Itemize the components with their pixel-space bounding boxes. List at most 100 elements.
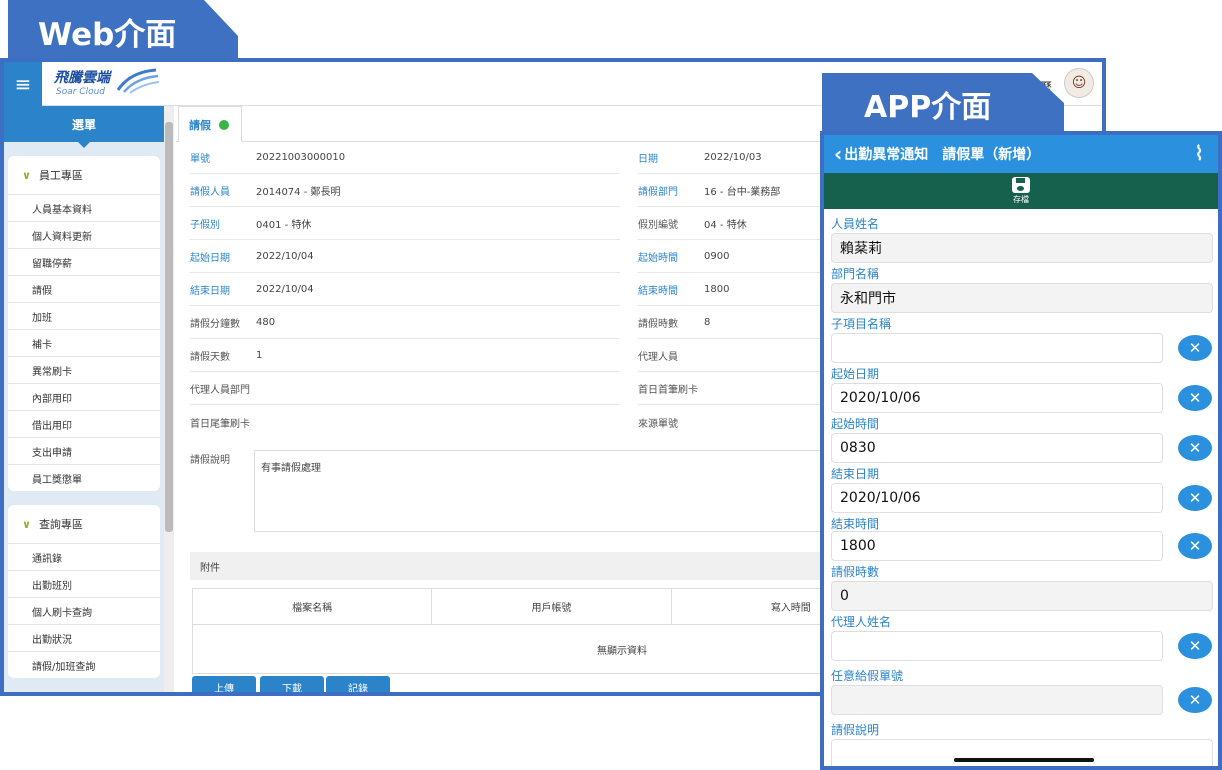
tab-label: 請假	[189, 118, 211, 132]
sidebar-item[interactable]: 出勤狀況	[8, 624, 160, 651]
app-window: ‹ 出勤異常通知 請假單（新增） ⌇ 存檔 人員姓名 賴棻莉 部門名稱 永和門市…	[820, 131, 1222, 770]
column-header[interactable]: 檔案名稱	[193, 589, 433, 624]
field-label: 日期	[638, 154, 658, 165]
form-row: 代理人員部門	[190, 373, 620, 405]
field-value: 1	[256, 350, 263, 361]
sidebar-item[interactable]: 員工獎懲單	[8, 464, 160, 491]
home-indicator	[954, 758, 1094, 762]
field-value: 20221003000010	[256, 152, 346, 163]
sidebar-item[interactable]: 請假	[8, 275, 160, 302]
field-label: 起始日期	[190, 253, 230, 264]
sidebar-group-header[interactable]: ∨ 查詢專區	[8, 505, 160, 543]
start-date-field[interactable]: 2020/10/06	[831, 383, 1163, 413]
sidebar-item[interactable]: 支出申請	[8, 437, 160, 464]
clear-icon[interactable]: ✕	[1178, 335, 1212, 361]
logo-wave-icon	[116, 68, 160, 94]
form-row: 子假別 0401 - 特休	[190, 208, 620, 240]
field-label: 人員姓名	[831, 217, 880, 231]
attachment-table: 檔案名稱 用戶帳號 寫入時間 無顯示資料	[192, 588, 912, 674]
sub-item-field[interactable]	[831, 333, 1163, 363]
back-label[interactable]: 出勤異常通知	[844, 144, 928, 164]
field-value: 8	[704, 317, 711, 328]
field-value: 0401 - 特休	[256, 220, 312, 231]
field-value: 0900	[704, 251, 730, 262]
start-time-field[interactable]: 0830	[831, 433, 1163, 463]
sidebar-item[interactable]: 通訊錄	[8, 543, 160, 570]
clear-icon[interactable]: ✕	[1178, 485, 1212, 511]
field-value: 16 - 台中-業務部	[704, 187, 781, 198]
field-label: 子假別	[190, 220, 220, 231]
sidebar-item[interactable]: 內部用印	[8, 383, 160, 410]
sidebar-item[interactable]: 加班	[8, 302, 160, 329]
clear-icon[interactable]: ✕	[1178, 435, 1212, 461]
end-time-field[interactable]: 1800	[831, 531, 1163, 561]
sidebar-item[interactable]: 個人刷卡查詢	[8, 597, 160, 624]
form-row: 起始日期 2022/10/04	[190, 241, 620, 273]
field-value: 2022/10/04	[256, 284, 314, 295]
field-value: 2022/10/03	[704, 152, 762, 163]
field-label: 部門名稱	[831, 267, 880, 281]
column-header[interactable]: 用戶帳號	[432, 589, 672, 624]
sidebar-item[interactable]: 補卡	[8, 329, 160, 356]
end-date-field[interactable]: 2020/10/06	[831, 483, 1163, 513]
sidebar-group-employee: ∨ 員工專區 人員基本資料 個人資料更新 留職停薪 請假 加班 補卡 異常刷卡 內…	[8, 156, 160, 491]
sidebar-item[interactable]: 個人資料更新	[8, 221, 160, 248]
clear-icon[interactable]: ✕	[1178, 533, 1212, 559]
employee-name-field: 賴棻莉	[831, 233, 1213, 263]
department-field: 永和門市	[831, 283, 1213, 313]
back-chevron-icon[interactable]: ‹	[834, 142, 842, 166]
field-label: 首日尾筆刷卡	[190, 418, 250, 430]
field-value: 2014074 - 鄭長明	[256, 187, 341, 198]
form-row: 結束日期 2022/10/04	[190, 274, 620, 306]
field-label: 結束時間	[638, 286, 678, 297]
field-label: 結束時間	[831, 517, 880, 531]
field-label: 請假時數	[638, 319, 678, 330]
field-label: 假別編號	[638, 220, 678, 231]
hamburger-menu-icon[interactable]: ≡	[4, 62, 42, 106]
leave-description-field[interactable]	[831, 739, 1213, 766]
clear-icon[interactable]: ✕	[1178, 385, 1212, 411]
sidebar-item[interactable]: 出勤班別	[8, 570, 160, 597]
field-label: 結束日期	[831, 467, 880, 481]
field-label: 代理人員	[638, 352, 678, 363]
save-button[interactable]: 存檔	[824, 173, 1218, 209]
field-label: 請假人員	[190, 187, 230, 198]
scrollbar-thumb[interactable]	[165, 122, 173, 532]
paperclip-icon[interactable]: ⌇	[1194, 141, 1204, 165]
record-button[interactable]: 記錄	[326, 676, 390, 692]
field-label: 請假時數	[831, 565, 880, 579]
sidebar-item[interactable]: 借出用印	[8, 410, 160, 437]
agent-name-field[interactable]	[831, 631, 1163, 661]
group-title: 查詢專區	[38, 518, 83, 531]
leave-number-field[interactable]	[831, 685, 1163, 715]
field-label: 任意給假單號	[831, 669, 904, 683]
sidebar-item[interactable]: 異常刷卡	[8, 356, 160, 383]
chevron-down-icon: ∨	[22, 517, 31, 531]
field-value: 480	[256, 317, 276, 328]
logo: 飛騰雲端 Soar Cloud	[54, 67, 110, 97]
clear-icon[interactable]: ✕	[1178, 687, 1212, 713]
description-field[interactable]: 有事請假處理	[254, 450, 854, 532]
field-label: 單號	[190, 154, 210, 165]
field-label: 代理人姓名	[831, 615, 892, 629]
upload-button[interactable]: 上傳	[192, 676, 256, 692]
clear-icon[interactable]: ✕	[1178, 633, 1212, 659]
field-label: 起始日期	[831, 367, 880, 381]
app-interface-label: APP介面	[822, 73, 1064, 135]
download-button[interactable]: 下載	[260, 676, 324, 692]
field-label: 請假天數	[190, 352, 230, 363]
sidebar-item[interactable]: 人員基本資料	[8, 194, 160, 221]
sidebar-group-header[interactable]: ∨ 員工專區	[8, 156, 160, 194]
field-label: 結束日期	[190, 286, 230, 297]
tab-leave[interactable]: 請假	[178, 106, 242, 142]
field-label: 起始時間	[638, 253, 678, 264]
sidebar-item[interactable]: 留職停薪	[8, 248, 160, 275]
form-row: 單號 20221003000010	[190, 142, 620, 174]
form-row: 請假天數 1	[190, 340, 620, 372]
leave-hours-field: 0	[831, 581, 1213, 611]
sidebar-item[interactable]: 請假/加班查詢	[8, 651, 160, 678]
sidebar: 選單 ∨ 員工專區 人員基本資料 個人資料更新 留職停薪 請假 加班 補卡 異常刷…	[4, 106, 164, 692]
field-label: 代理人員部門	[190, 385, 250, 396]
avatar[interactable]: ☺	[1064, 68, 1094, 98]
save-label: 存檔	[1013, 195, 1029, 204]
